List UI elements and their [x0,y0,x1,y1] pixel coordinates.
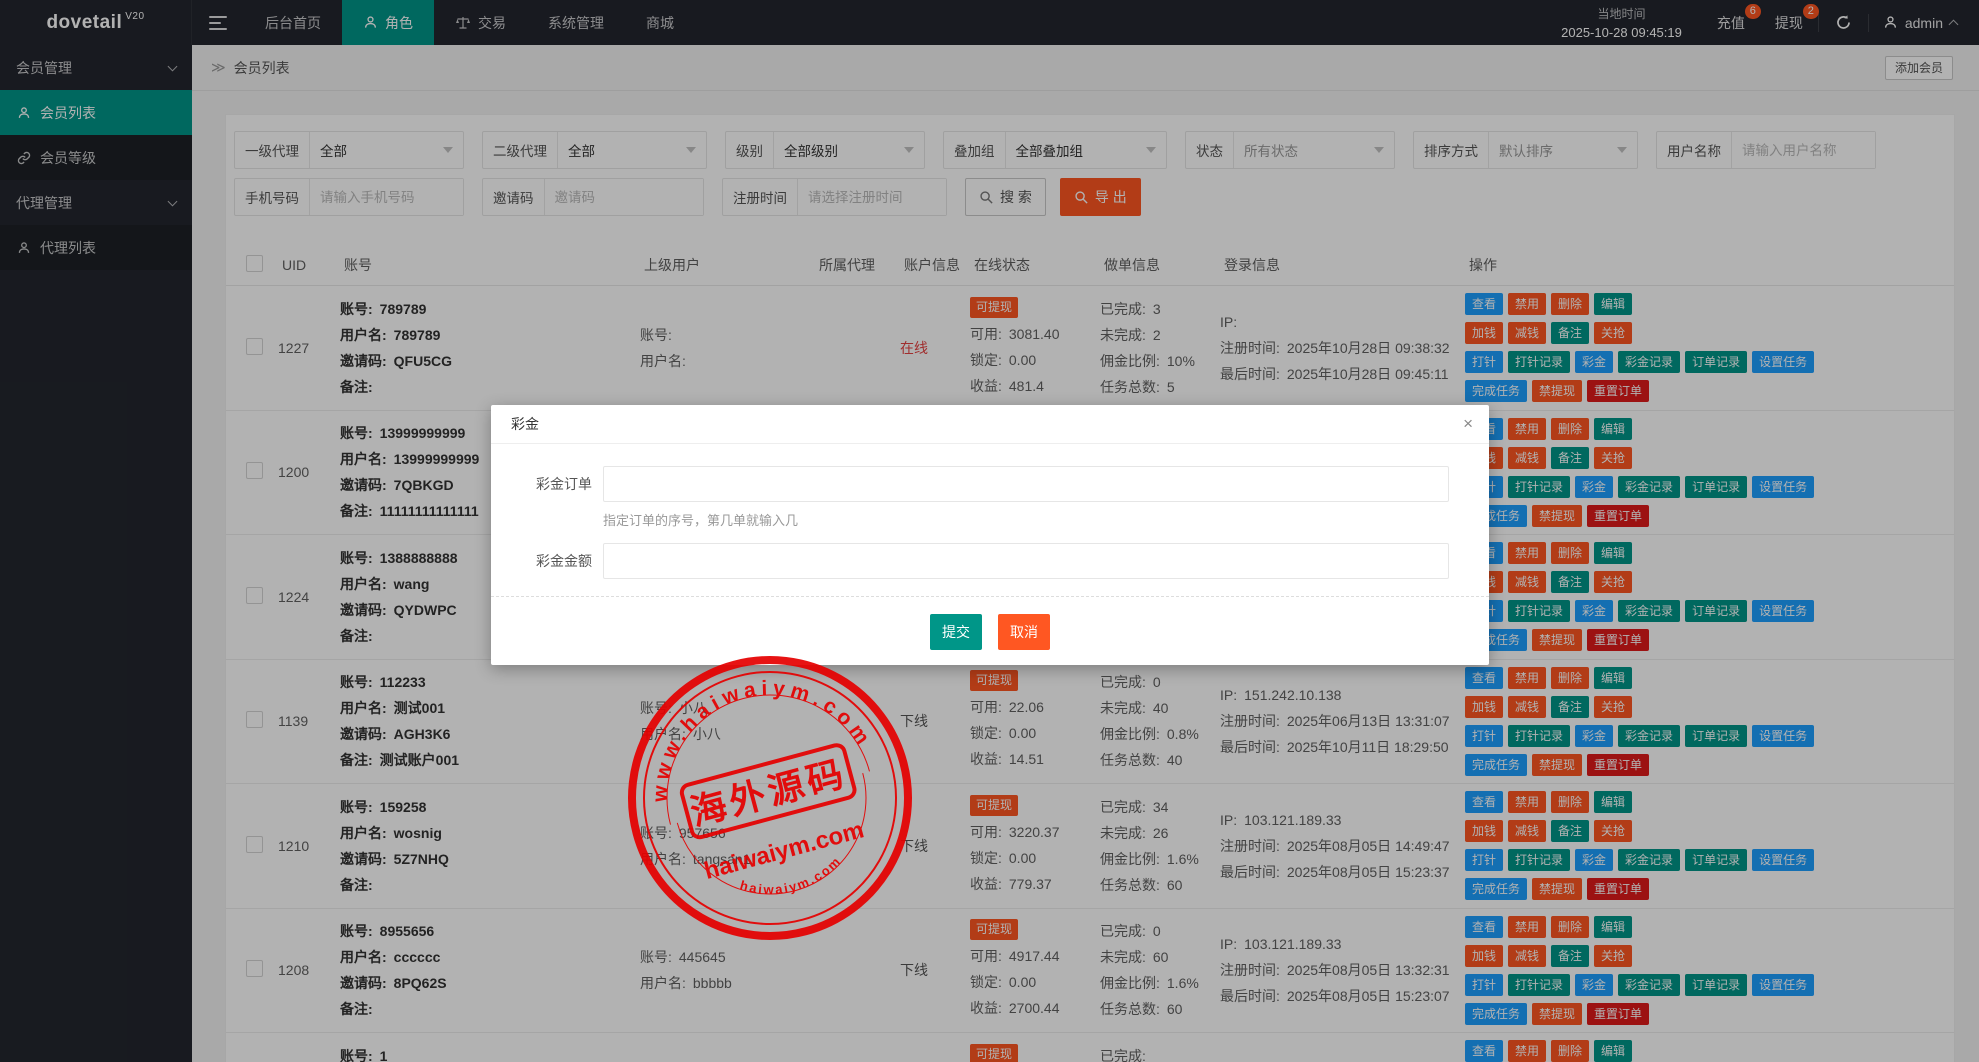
bonus-order-row: 彩金订单 [536,466,1489,502]
bonus-order-input[interactable] [603,466,1449,502]
cancel-button[interactable]: 取消 [998,614,1050,650]
bonus-order-hint: 指定订单的序号，第几单就输入几 [603,513,799,528]
modal-title: 彩金 [491,405,1489,444]
admin-page: dovetail V20 后台首页 角色 交易 系统管理 商城 当地时间 2025… [0,0,1979,1062]
close-icon[interactable]: × [1463,414,1473,434]
submit-button[interactable]: 提交 [930,614,982,650]
bonus-amount-row: 彩金金额 [536,543,1489,579]
bonus-modal: 彩金 × 彩金订单 指定订单的序号，第几单就输入几 彩金金额 提交 取消 [491,405,1489,665]
bonus-amount-input[interactable] [603,543,1449,579]
